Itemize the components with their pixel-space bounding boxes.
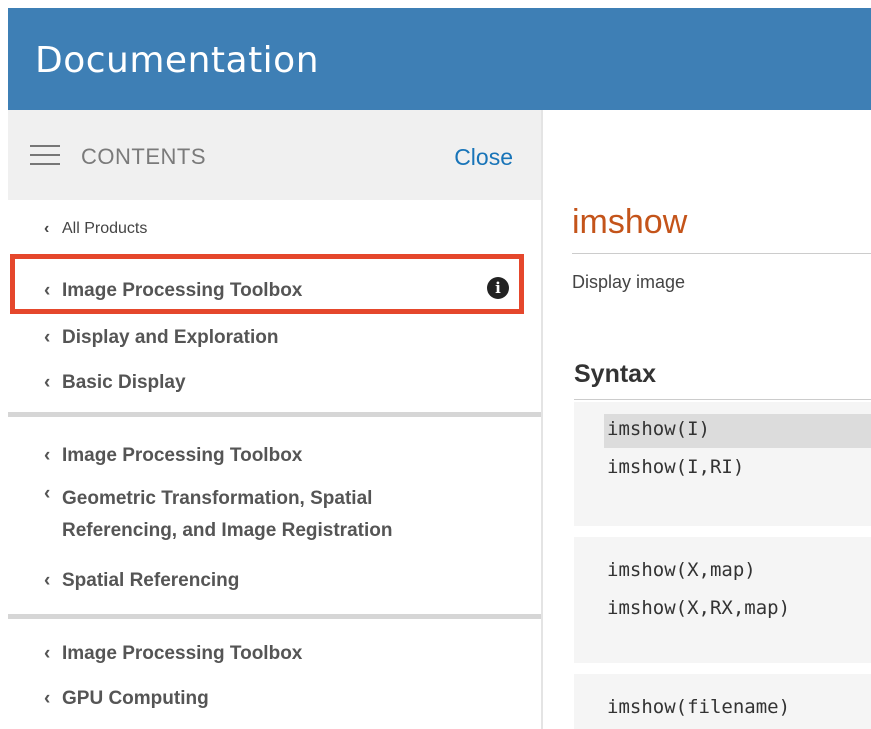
header-title[interactable]: Documentation xyxy=(35,40,319,81)
close-contents-link[interactable]: Close xyxy=(454,144,513,171)
contents-label: CONTENTS xyxy=(81,144,206,169)
syntax-code-block: imshow(X,map) imshow(X,RX,map) xyxy=(574,537,871,663)
syntax-code-block: imshow(filename) xyxy=(574,674,871,729)
nav-image-processing-toolbox[interactable]: ‹ Image Processing Toolbox xyxy=(44,445,302,467)
code-line[interactable]: imshow(X,map) xyxy=(607,559,756,581)
code-line[interactable]: imshow(X,RX,map) xyxy=(607,597,790,619)
nav-geometric-transformation[interactable]: ‹ Geometric Transformation, Spatial Refere… xyxy=(44,483,392,547)
contents-toolbar: CONTENTS Close xyxy=(8,110,541,200)
code-line[interactable]: imshow(filename) xyxy=(607,696,790,718)
page-purpose: Display image xyxy=(572,272,686,292)
syntax-code-block: imshow(I) imshow(I,RI) xyxy=(574,402,871,526)
code-line[interactable]: imshow(I) xyxy=(607,418,710,440)
nav-basic-display[interactable]: ‹ Basic Display xyxy=(44,372,186,394)
hamburger-menu-icon[interactable] xyxy=(30,145,60,165)
contents-sidebar: CONTENTS Close ‹ All Products ‹ Image Proc… xyxy=(8,110,541,729)
chevron-left-icon: ‹ xyxy=(44,483,51,504)
chevron-left-icon: ‹ xyxy=(44,688,51,709)
chevron-left-icon: ‹ xyxy=(44,445,51,466)
title-rule xyxy=(572,253,871,254)
nav-all-products[interactable]: ‹ All Products xyxy=(44,220,147,238)
chevron-left-icon: ‹ xyxy=(44,570,51,591)
nav-divider xyxy=(8,614,541,619)
info-icon[interactable]: i xyxy=(487,277,509,299)
highlight-box xyxy=(10,254,524,314)
main-content: imshow Display image Syntax imshow(I) im… xyxy=(543,110,871,729)
nav-gpu-computing[interactable]: ‹ GPU Computing xyxy=(44,688,209,710)
nav-spatial-referencing[interactable]: ‹ Spatial Referencing xyxy=(44,570,239,592)
chevron-left-icon: ‹ xyxy=(44,220,50,237)
code-line[interactable]: imshow(I,RI) xyxy=(607,456,744,478)
chevron-left-icon: ‹ xyxy=(44,372,51,393)
header-bar: Documentation xyxy=(8,8,871,110)
nav-image-processing-toolbox[interactable]: ‹ Image Processing Toolbox xyxy=(44,643,302,665)
page-title: imshow xyxy=(572,203,688,241)
nav-divider xyxy=(8,412,541,417)
chevron-left-icon: ‹ xyxy=(44,327,51,348)
syntax-rule xyxy=(574,399,871,400)
syntax-heading: Syntax xyxy=(574,360,656,388)
chevron-left-icon: ‹ xyxy=(44,643,51,664)
nav-display-and-exploration[interactable]: ‹ Display and Exploration xyxy=(44,327,278,349)
